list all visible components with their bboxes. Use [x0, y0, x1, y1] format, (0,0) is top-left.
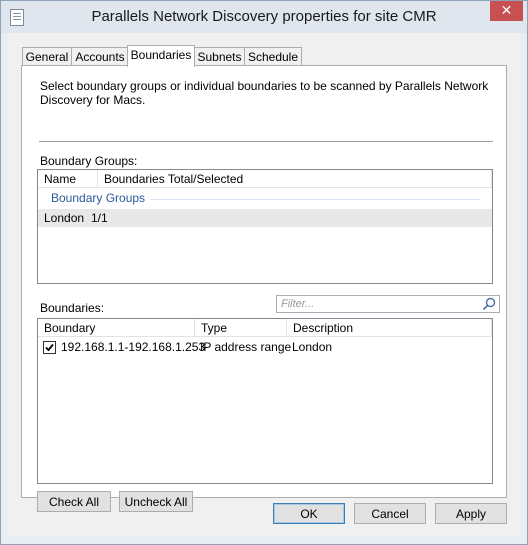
tab-boundaries[interactable]: Boundaries	[127, 45, 195, 67]
close-button[interactable]: ✕	[490, 1, 523, 21]
group-name: London	[44, 211, 85, 225]
description-text: Select boundary groups or individual bou…	[40, 79, 489, 107]
tab-general[interactable]: General	[22, 47, 72, 66]
table-row[interactable]: London 1/1	[38, 209, 492, 227]
tab-subnets[interactable]: Subnets	[194, 47, 245, 66]
table-row[interactable]: 192.168.1.1-192.168.1.253 IP address ran…	[38, 338, 492, 356]
group-header-line	[150, 199, 480, 200]
uncheck-all-button[interactable]: Uncheck All	[119, 491, 193, 512]
boundary-groups-label: Boundary Groups:	[40, 154, 138, 168]
boundary-description: London	[292, 340, 333, 354]
search-icon[interactable]	[482, 297, 496, 311]
column-header-boundary[interactable]: Boundary	[38, 319, 195, 337]
apply-button[interactable]: Apply	[435, 503, 507, 524]
dialog-client: General Accounts Boundaries Subnets Sche…	[9, 33, 519, 536]
column-header-description[interactable]: Description	[287, 319, 492, 337]
boundaries-tab-page: Select boundary groups or individual bou…	[21, 65, 507, 512]
boundary-value: 192.168.1.1-192.168.1.253	[61, 340, 206, 354]
check-all-button[interactable]: Check All	[37, 491, 111, 512]
boundary-type: IP address range	[200, 340, 292, 354]
group-header: Boundary Groups	[51, 191, 146, 205]
title-bar[interactable]: Parallels Network Discovery properties f…	[1, 1, 527, 33]
boundary-checkbox[interactable]	[43, 341, 56, 354]
properties-dialog: Parallels Network Discovery properties f…	[0, 0, 528, 545]
tab-accounts[interactable]: Accounts	[71, 47, 129, 66]
tab-schedule[interactable]: Schedule	[244, 47, 302, 66]
boundaries-list[interactable]: Boundary Type Description 192.168.1.1-19…	[37, 318, 493, 484]
separator	[39, 141, 493, 142]
group-count: 1/1	[91, 211, 108, 225]
filter-input[interactable]: Filter...	[276, 295, 500, 313]
checkmark-icon	[45, 343, 54, 352]
cancel-button[interactable]: Cancel	[354, 503, 426, 524]
column-header-name[interactable]: Name	[38, 170, 98, 188]
ok-button[interactable]: OK	[273, 503, 345, 524]
column-header-boundaries-total[interactable]: Boundaries Total/Selected	[98, 170, 492, 188]
boundaries-label: Boundaries:	[40, 301, 105, 315]
boundary-groups-list[interactable]: Name Boundaries Total/Selected Boundary …	[37, 169, 493, 284]
filter-placeholder: Filter...	[281, 298, 315, 310]
column-header-type[interactable]: Type	[195, 319, 287, 337]
window-title: Parallels Network Discovery properties f…	[91, 8, 437, 25]
